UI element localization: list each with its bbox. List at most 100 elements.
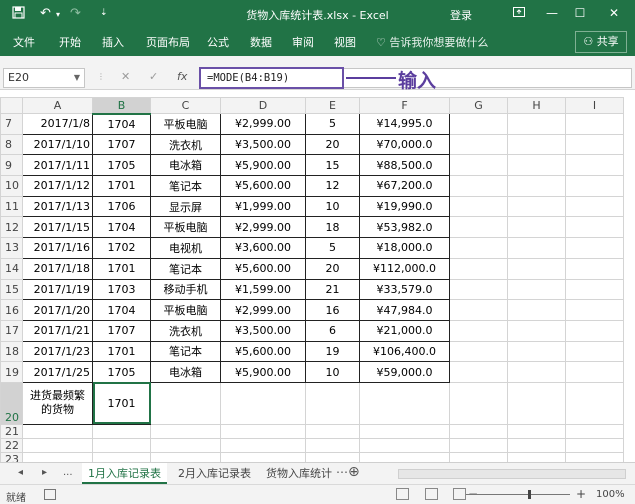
column-header[interactable]: C [150, 97, 221, 114]
cell[interactable] [565, 154, 624, 177]
cell[interactable] [449, 319, 508, 342]
share-button[interactable]: ⚇ 共享 [575, 31, 627, 53]
cell[interactable] [507, 113, 566, 135]
code-cell[interactable]: 1706 [92, 195, 151, 218]
product-cell[interactable]: 平板电脑 [150, 216, 221, 239]
zoom-in-icon[interactable]: + [576, 487, 586, 501]
quantity-cell[interactable]: 20 [305, 257, 360, 280]
product-cell[interactable]: 笔记本 [150, 175, 221, 197]
cell[interactable] [507, 216, 566, 239]
row-header[interactable]: 22 [0, 437, 23, 453]
price-cell[interactable]: ¥3,600.00 [220, 237, 306, 259]
sheet-tab-feb[interactable]: 2月入库记录表 [172, 463, 257, 484]
formula-input[interactable]: =MODE(B4:B19) [199, 67, 344, 89]
select-all-corner[interactable] [0, 97, 23, 114]
quantity-cell[interactable]: 10 [305, 361, 360, 383]
cell[interactable] [22, 437, 93, 453]
row-header[interactable]: 15 [0, 278, 23, 301]
login-link[interactable]: 登录 [450, 7, 472, 23]
row-header[interactable]: 14 [0, 257, 23, 280]
cell[interactable] [150, 381, 221, 425]
zoom-slider[interactable] [466, 494, 570, 495]
column-header[interactable]: F [359, 97, 450, 114]
sheet-tab-stats[interactable]: 货物入库统计 [260, 463, 338, 484]
column-header[interactable]: I [565, 97, 624, 114]
total-cell[interactable]: ¥88,500.0 [359, 154, 450, 177]
cell[interactable] [565, 437, 624, 453]
date-cell[interactable]: 2017/1/21 [22, 319, 93, 342]
zoom-level[interactable]: 100% [596, 489, 625, 500]
cell[interactable] [305, 381, 360, 425]
cell[interactable] [449, 195, 508, 218]
product-cell[interactable]: 电视机 [150, 237, 221, 259]
tell-me-box[interactable]: ♡ 告诉我你想要做什么 [376, 34, 488, 50]
cell[interactable] [507, 278, 566, 301]
cell[interactable] [449, 361, 508, 383]
cell[interactable] [507, 361, 566, 383]
result-label-cell[interactable]: 进货最频繁 的货物 [22, 381, 93, 425]
cell[interactable] [507, 257, 566, 280]
price-cell[interactable]: ¥3,500.00 [220, 319, 306, 342]
price-cell[interactable]: ¥5,600.00 [220, 340, 306, 363]
cell[interactable] [359, 437, 450, 453]
cell[interactable] [565, 319, 624, 342]
code-cell[interactable]: 1704 [92, 216, 151, 239]
date-cell[interactable]: 2017/1/23 [22, 340, 93, 363]
row-header[interactable]: 16 [0, 299, 23, 321]
sheet-more-icon[interactable]: ... [63, 467, 73, 478]
cell[interactable] [565, 175, 624, 197]
cell[interactable] [22, 423, 93, 439]
row-header[interactable]: 20 [0, 381, 23, 425]
date-cell[interactable]: 2017/1/11 [22, 154, 93, 177]
total-cell[interactable]: ¥59,000.0 [359, 361, 450, 383]
cell[interactable] [507, 437, 566, 453]
total-cell[interactable]: ¥106,400.0 [359, 340, 450, 363]
cell[interactable] [507, 381, 566, 425]
cell[interactable] [449, 340, 508, 363]
tab-data[interactable]: 数据 [250, 34, 272, 50]
total-cell[interactable]: ¥53,982.0 [359, 216, 450, 239]
product-cell[interactable]: 电冰箱 [150, 361, 221, 383]
minimize-icon[interactable]: — [542, 4, 562, 22]
cell[interactable] [507, 175, 566, 197]
date-cell[interactable]: 2017/1/13 [22, 195, 93, 218]
code-cell[interactable]: 1707 [92, 319, 151, 342]
cell[interactable] [359, 381, 450, 425]
code-cell[interactable]: 1707 [92, 133, 151, 156]
column-header[interactable]: D [220, 97, 306, 114]
price-cell[interactable]: ¥2,999.00 [220, 299, 306, 321]
cell[interactable] [565, 278, 624, 301]
code-cell[interactable]: 1705 [92, 154, 151, 177]
price-cell[interactable]: ¥5,900.00 [220, 154, 306, 177]
cell[interactable] [92, 437, 151, 453]
product-cell[interactable]: 显示屏 [150, 195, 221, 218]
date-cell[interactable]: 2017/1/16 [22, 237, 93, 259]
price-cell[interactable]: ¥5,600.00 [220, 175, 306, 197]
code-cell[interactable]: 1701 [92, 257, 151, 280]
tab-insert[interactable]: 插入 [102, 34, 124, 50]
code-cell[interactable]: 1703 [92, 278, 151, 301]
cell[interactable] [507, 299, 566, 321]
code-cell[interactable]: 1702 [92, 237, 151, 259]
sheet-next-icon[interactable]: ▸ [42, 467, 47, 478]
row-header[interactable]: 7 [0, 113, 23, 135]
price-cell[interactable]: ¥5,600.00 [220, 257, 306, 280]
total-cell[interactable]: ¥70,000.0 [359, 133, 450, 156]
cell[interactable] [449, 154, 508, 177]
quantity-cell[interactable]: 18 [305, 216, 360, 239]
cell[interactable] [449, 299, 508, 321]
cell[interactable] [565, 381, 624, 425]
cell[interactable] [565, 423, 624, 439]
cell[interactable] [565, 340, 624, 363]
cell[interactable] [449, 237, 508, 259]
column-header[interactable]: B [92, 97, 151, 115]
quantity-cell[interactable]: 21 [305, 278, 360, 301]
cell[interactable] [565, 361, 624, 383]
code-cell[interactable]: 1705 [92, 361, 151, 383]
product-cell[interactable]: 电冰箱 [150, 154, 221, 177]
cell[interactable] [507, 154, 566, 177]
tab-home[interactable]: 开始 [59, 34, 81, 50]
cell[interactable] [359, 423, 450, 439]
row-header[interactable]: 8 [0, 133, 23, 156]
macro-record-icon[interactable] [44, 489, 56, 500]
